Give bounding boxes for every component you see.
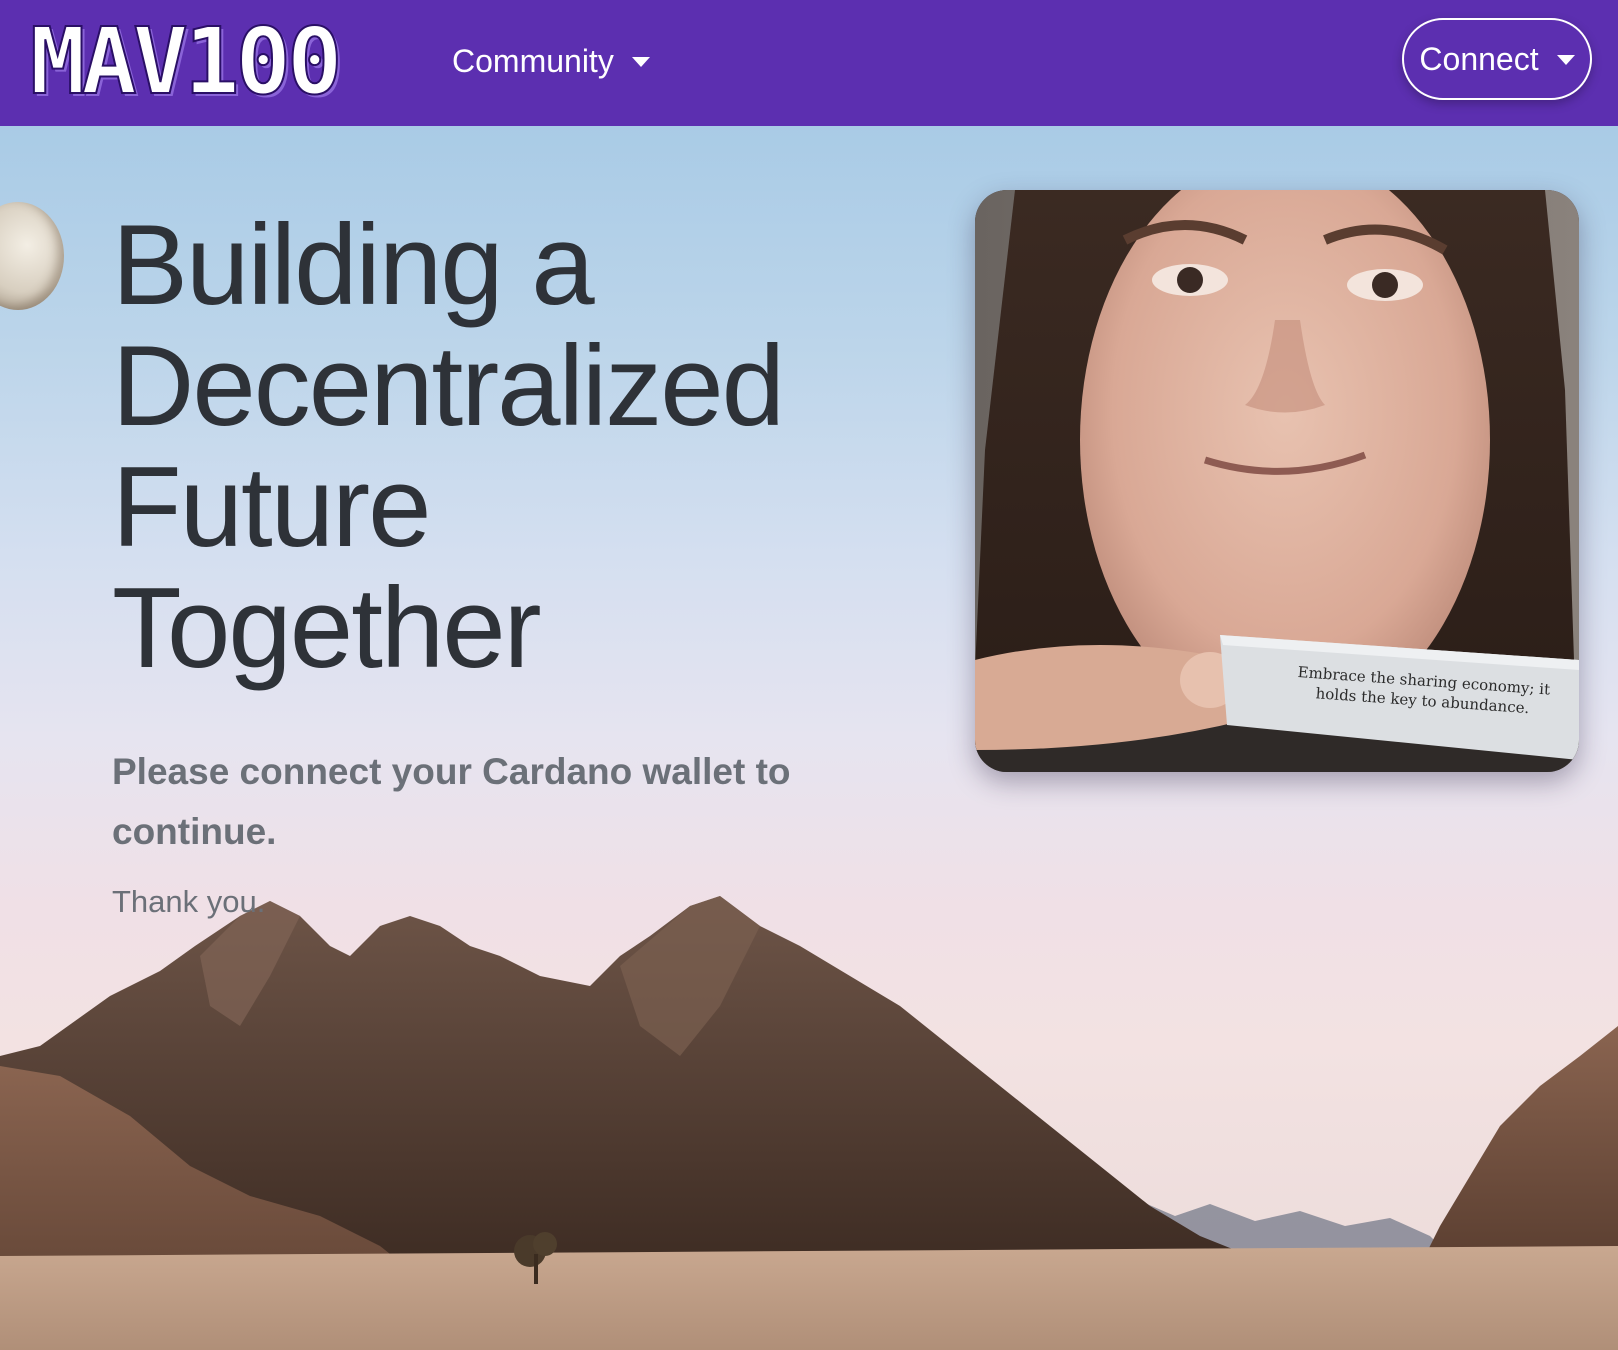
community-dropdown[interactable]: Community [452,38,650,84]
hero-headline: Building a Decentralized Future Together [112,202,785,692]
top-navbar: MAV100 Community Connect [0,0,1618,126]
mav100-logo[interactable]: MAV100 [29,13,343,111]
connect-button[interactable]: Connect [1402,18,1592,100]
chevron-down-icon [1556,55,1575,65]
connect-wallet-message: Please connect your Cardano wallet to co… [112,751,791,852]
thank-you-text: Thank you. [112,884,266,919]
chevron-down-icon [631,57,650,67]
connect-label: Connect [1419,40,1539,77]
community-label: Community [452,42,614,79]
